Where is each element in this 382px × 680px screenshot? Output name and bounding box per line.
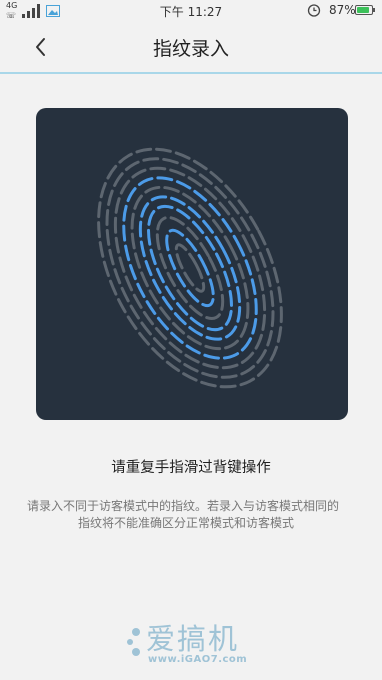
battery-cap xyxy=(373,8,375,12)
fingerprint-panel xyxy=(36,108,348,420)
watermark-url: www.iGAO7.com xyxy=(148,654,248,665)
watermark-dots-icon xyxy=(127,628,140,656)
note-line-2: 指纹将不能准确区分正常模式和访客模式 xyxy=(78,516,295,530)
guest-mode-note: 请录入不同于访客模式中的指纹。若录入与访客模式相同的 指纹将不能准确区分正常模式… xyxy=(27,498,368,532)
fingerprint-ridge xyxy=(105,157,275,379)
battery-icon xyxy=(355,5,373,15)
clock-time: 下午 11:27 xyxy=(159,5,223,19)
fingerprint-icon xyxy=(97,147,283,389)
watermark-logo: 爱搞机 www.iGAO7.com xyxy=(124,620,264,670)
fingerprint-ridge xyxy=(174,243,206,293)
watermark-text: 爱搞机 xyxy=(146,622,240,656)
instruction-text: 请重复手指滑过背键操作 xyxy=(111,460,271,476)
battery-percent: 87% xyxy=(329,3,356,17)
battery-fill xyxy=(357,7,370,13)
fingerprint-ridge-active xyxy=(165,228,215,308)
fingerprint-ridge xyxy=(97,147,283,389)
alarm-icon xyxy=(307,4,321,17)
status-bar: 4G ☏ 下午 11:27 87% xyxy=(0,0,382,22)
header: 指纹录入 xyxy=(0,22,382,74)
page-title: 指纹录入 xyxy=(152,38,229,60)
note-line-1: 请录入不同于访客模式中的指纹。若录入与访客模式相同的 xyxy=(27,499,340,513)
